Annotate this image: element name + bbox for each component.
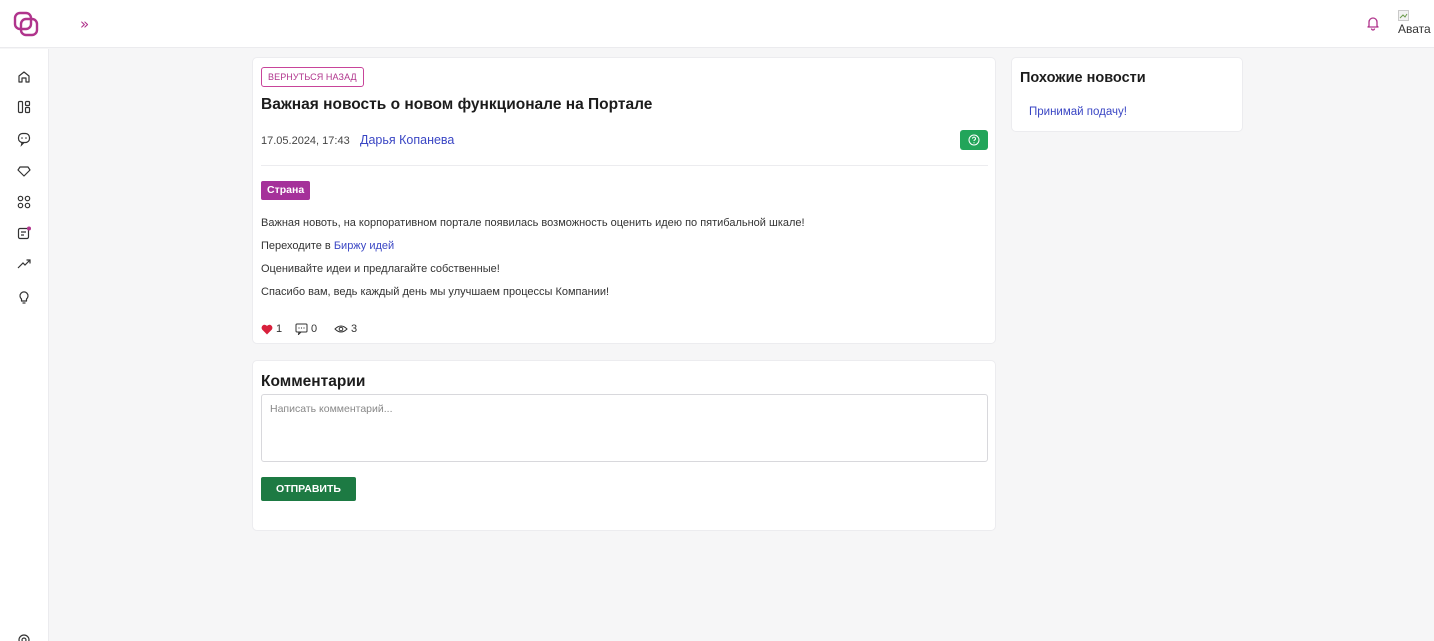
news-body-line: Спасибо вам, ведь каждый день мы улучшае…	[261, 286, 610, 298]
news-body-line: Переходите в Биржу идей	[261, 240, 394, 252]
chat-icon[interactable]	[16, 131, 32, 147]
news-body-line: Важная новоть, на корпоративном портале …	[261, 217, 805, 229]
comments-title: Комментарии	[261, 373, 366, 390]
similar-news-title: Похожие новости	[1020, 70, 1146, 86]
apps-grid-icon[interactable]	[16, 194, 32, 210]
help-button[interactable]	[960, 130, 988, 150]
idea-exchange-link[interactable]: Биржу идей	[334, 240, 394, 252]
question-icon	[968, 134, 980, 146]
portal-logo-icon[interactable]	[13, 11, 39, 37]
like-counter[interactable]: 1	[261, 323, 282, 335]
view-counter: 3	[334, 323, 357, 335]
broken-image-icon	[1398, 10, 1409, 21]
settings-icon[interactable]	[16, 632, 32, 641]
heart-icon	[261, 324, 273, 334]
notification-bell-icon[interactable]	[1366, 15, 1380, 31]
trend-up-icon[interactable]	[16, 256, 32, 272]
comment-input[interactable]	[261, 394, 988, 462]
similar-news-card: Похожие новости Принимай подачу!	[1011, 57, 1243, 132]
home-icon[interactable]	[16, 69, 32, 85]
lightbulb-icon[interactable]	[16, 289, 32, 305]
news-title: Важная новость о новом функционале на По…	[261, 96, 653, 113]
top-bar: » Авата	[0, 0, 1434, 48]
divider	[261, 165, 988, 166]
news-date: 17.05.2024, 17:43	[261, 135, 350, 147]
comment-icon	[295, 323, 308, 335]
category-tag: Страна	[261, 181, 311, 200]
sidebar	[0, 49, 49, 641]
expand-sidebar-button[interactable]: »	[80, 15, 89, 33]
comment-counter[interactable]: 0	[295, 323, 317, 335]
news-icon[interactable]	[16, 225, 32, 241]
news-body-text: Переходите в	[261, 240, 334, 252]
send-comment-button[interactable]: ОТПРАВИТЬ	[261, 477, 356, 501]
news-author-link[interactable]: Дарья Копанева	[360, 133, 454, 147]
similar-news-link[interactable]: Принимай подачу!	[1029, 106, 1127, 118]
news-card: ВЕРНУТЬСЯ НАЗАД Важная новость о новом ф…	[252, 57, 996, 344]
comments-card: Комментарии ОТПРАВИТЬ	[252, 360, 996, 531]
avatar[interactable]: Авата	[1396, 10, 1432, 38]
like-count: 1	[276, 323, 283, 335]
eye-icon	[334, 325, 348, 333]
back-button[interactable]: ВЕРНУТЬСЯ НАЗАД	[261, 67, 364, 87]
dashboard-icon[interactable]	[16, 99, 32, 115]
news-body-line: Оценивайте идеи и предлагайте собственны…	[261, 263, 500, 275]
comment-count: 0	[311, 323, 318, 335]
avatar-alt-text: Авата	[1398, 22, 1431, 36]
view-count: 3	[351, 323, 358, 335]
diamond-icon[interactable]	[16, 163, 32, 179]
